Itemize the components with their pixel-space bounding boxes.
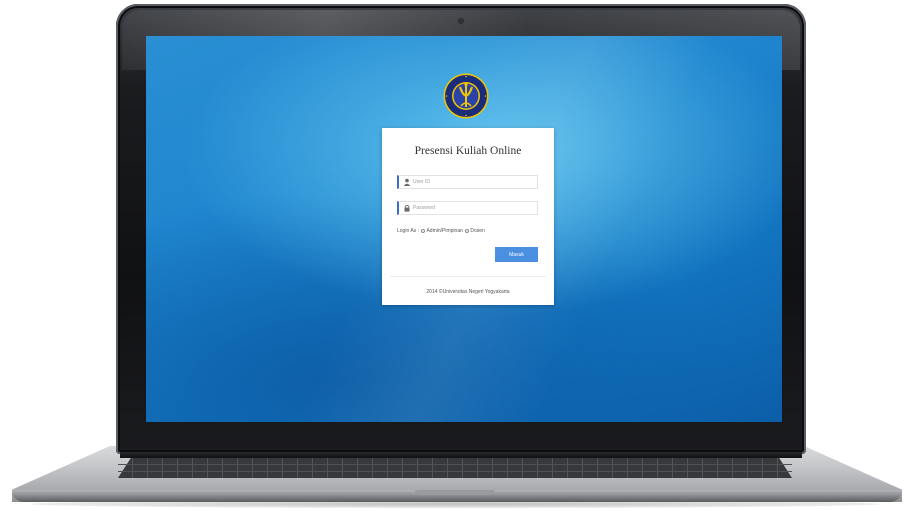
user-icon [403, 178, 411, 186]
keyboard-row-divider [118, 464, 792, 465]
login-submit-button[interactable]: Masuk [495, 247, 538, 262]
laptop-notch [415, 490, 495, 495]
laptop-screen: Presensi Kuliah Online Login As : Admin [146, 36, 782, 422]
laptop-mockup: Presensi Kuliah Online Login As : Admin [0, 0, 911, 511]
lock-icon [404, 204, 410, 212]
login-footer: 2014 ©Universitas Negeri Yogyakarta [426, 289, 510, 295]
user-id-input[interactable] [413, 176, 533, 188]
login-title: Presensi Kuliah Online [414, 145, 522, 157]
laptop-keyboard [118, 457, 792, 478]
password-input[interactable] [413, 202, 533, 214]
laptop-hinge [120, 452, 802, 458]
login-as-group: Login As : Admin/Pimpinan Dosen [397, 227, 485, 235]
radio-admin-pimpinan[interactable] [420, 229, 425, 233]
radio-dosen[interactable] [464, 229, 469, 233]
login-as-label: Login As : [397, 228, 419, 234]
radio-label-admin-pimpinan[interactable]: Admin/Pimpinan [426, 228, 462, 234]
radio-label-dosen[interactable]: Dosen [470, 228, 484, 234]
university-crest-icon [443, 73, 489, 119]
password-field[interactable] [397, 201, 538, 215]
webcam-icon [458, 18, 464, 24]
keyboard-row-divider [118, 471, 792, 472]
card-divider [390, 276, 546, 277]
user-id-field[interactable] [397, 175, 538, 189]
login-card: Presensi Kuliah Online Login As : Admin [382, 128, 554, 305]
